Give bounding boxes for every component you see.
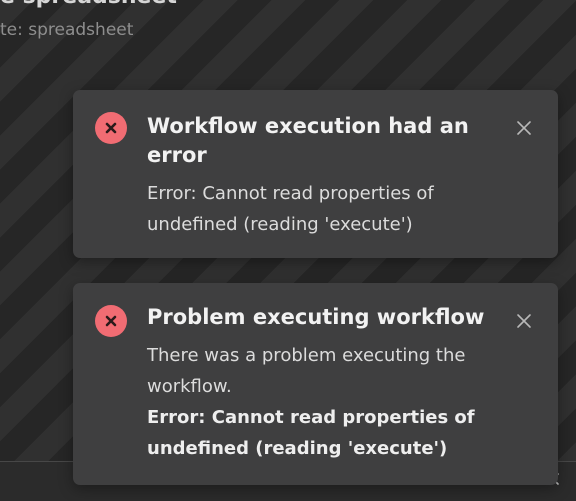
- error-x-icon: [95, 305, 127, 337]
- notification-title: Workflow execution had an error: [147, 114, 469, 167]
- close-icon[interactable]: [516, 120, 532, 136]
- close-icon[interactable]: [516, 313, 532, 329]
- error-x-icon: [95, 112, 127, 144]
- background-page-subtitle: te: spreadsheet: [0, 20, 134, 40]
- notification-title: Problem executing workflow: [147, 305, 485, 329]
- error-notification-workflow-execution: Workflow execution had an error Error: C…: [73, 90, 558, 258]
- notification-error-detail: Error: Cannot read properties of undefin…: [147, 407, 475, 459]
- notification-message: Error: Cannot read properties of undefin…: [147, 183, 434, 235]
- notification-message: There was a problem executing the workfl…: [147, 345, 466, 397]
- error-notification-problem-executing: Problem executing workflow There was a p…: [73, 283, 558, 485]
- background-page-title: e spreadsheet: [0, 0, 177, 9]
